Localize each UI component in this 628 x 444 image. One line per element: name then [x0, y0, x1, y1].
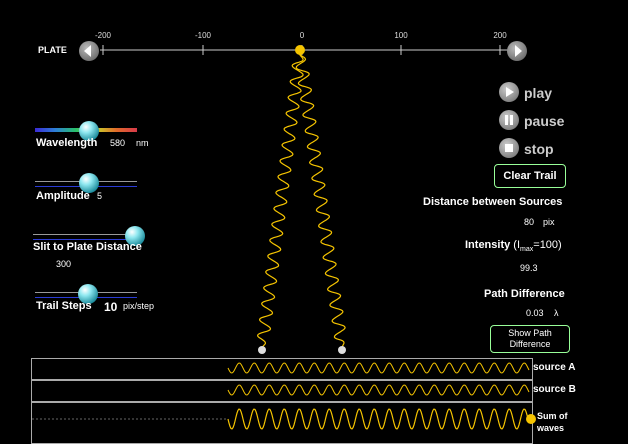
- sum-label-line1: Sum of: [537, 411, 568, 421]
- source-a-wave: [227, 362, 530, 374]
- source-b-wave: [227, 384, 530, 396]
- source-b-label: source B: [533, 384, 576, 395]
- sum-label-line2: waves: [537, 423, 565, 433]
- sum-marker: [526, 414, 536, 424]
- sum-wave: [227, 408, 530, 430]
- source-a-label: source A: [533, 362, 576, 373]
- sum-label: Sum of waves: [537, 410, 568, 434]
